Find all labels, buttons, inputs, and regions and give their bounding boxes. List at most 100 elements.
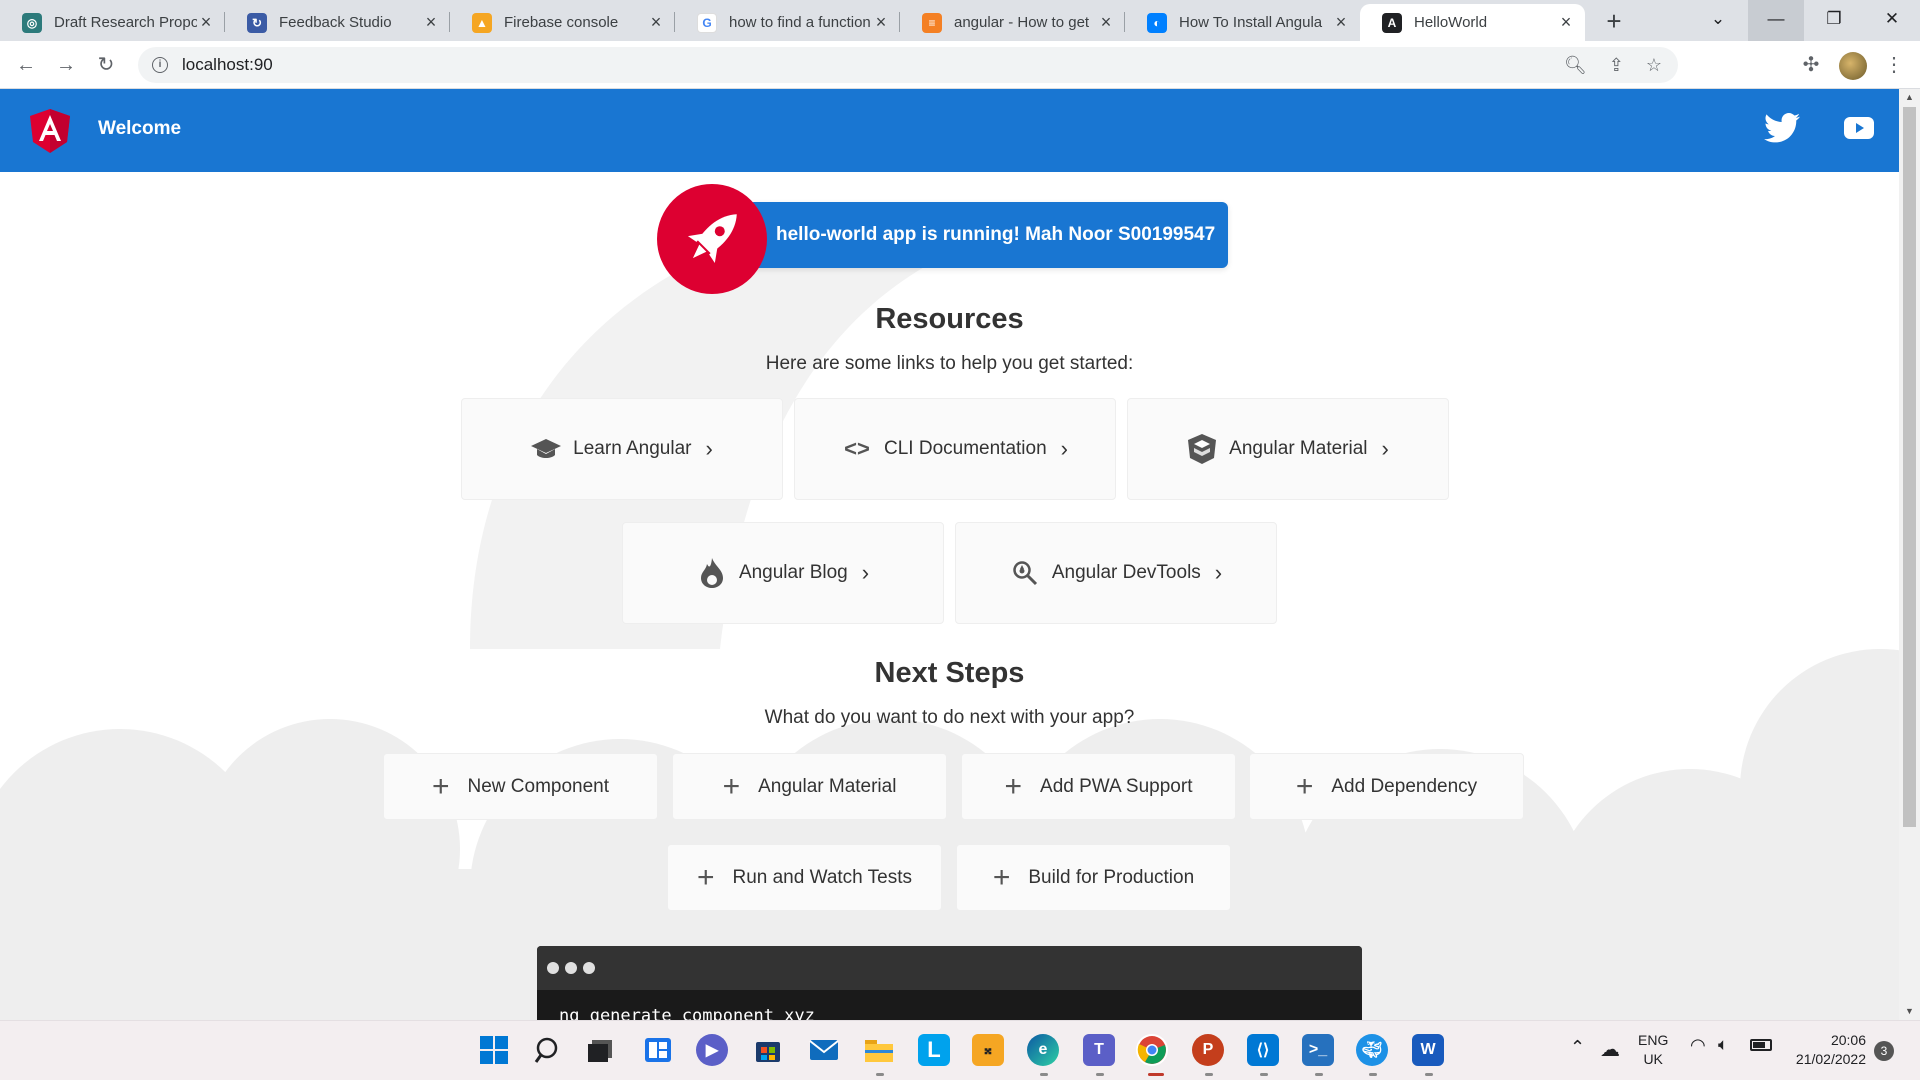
tab-title: HelloWorld [1414, 14, 1488, 31]
step-card-angular-material[interactable]: + Angular Material [672, 753, 947, 820]
step-card-add-dependency[interactable]: + Add Dependency [1249, 753, 1524, 820]
new-tab-button[interactable]: + [1600, 8, 1628, 36]
restore-button[interactable]: ❐ [1806, 0, 1862, 41]
share-icon[interactable]: ⇪ [1609, 55, 1624, 76]
powerpoint-icon[interactable]: P [1192, 1034, 1224, 1066]
clock-time: 20:06 [1830, 1032, 1866, 1048]
close-tab-icon[interactable]: × [872, 12, 890, 33]
plus-icon: + [1004, 769, 1023, 803]
minimize-button[interactable]: — [1748, 0, 1804, 41]
zoom-icon[interactable]: 🔍︎ [1564, 55, 1587, 76]
resource-card-angular-devtools[interactable]: Angular DevTools › [955, 522, 1277, 624]
step-card-build-for-production[interactable]: + Build for Production [956, 844, 1231, 911]
tab-0[interactable]: ◎ Draft Research Propo × [0, 4, 225, 41]
language-code: ENG [1638, 1032, 1669, 1048]
powershell-icon[interactable]: >_ [1302, 1034, 1334, 1066]
tab-2[interactable]: ▲ Firebase console × [450, 4, 675, 41]
profile-avatar[interactable] [1839, 52, 1867, 80]
widgets-icon[interactable] [642, 1034, 674, 1066]
step-card-add-pwa-support[interactable]: + Add PWA Support [961, 753, 1236, 820]
tab-3[interactable]: G how to find a function × [675, 4, 900, 41]
address-bar[interactable]: i localhost:90 🔍︎ ⇪ ☆ [138, 47, 1678, 83]
reload-button[interactable]: ↻ [92, 51, 120, 79]
angular-favicon-icon: A [1382, 12, 1402, 33]
stackoverflow-favicon-icon: ≡ [922, 12, 942, 33]
chevron-right-icon: › [1060, 436, 1068, 461]
running-message: hello-world app is running! Mah Noor S00… [776, 224, 1216, 245]
chrome-browser-icon[interactable] [1136, 1034, 1168, 1066]
page-scrollbar[interactable]: ▲ ▼ [1899, 89, 1920, 1020]
mail-icon[interactable] [808, 1034, 840, 1066]
digitalocean-favicon-icon: ◐ [1147, 12, 1167, 33]
close-tab-icon[interactable]: × [1332, 12, 1350, 33]
chevron-right-icon: › [861, 560, 870, 585]
resource-label: Angular Blog [738, 562, 848, 583]
browser-menu-icon[interactable]: ⋮ [1884, 52, 1904, 77]
onedrive-cloud-icon[interactable]: ☁︎ [1600, 1037, 1620, 1062]
close-tab-icon[interactable]: × [197, 12, 215, 33]
code-brackets-icon: <> [844, 436, 870, 461]
system-clock[interactable]: 20:06 21/02/2022 [1788, 1031, 1866, 1069]
input-language-indicator[interactable]: ENG UK [1638, 1031, 1668, 1069]
flame-icon [697, 558, 727, 588]
teams-icon[interactable]: T [1083, 1034, 1115, 1066]
page-viewport: Welcome hello-world app is running! Mah … [0, 89, 1899, 1020]
scroll-up-arrow-icon[interactable]: ▲ [1899, 89, 1920, 106]
region-code: UK [1643, 1051, 1663, 1067]
resource-label: Angular DevTools [1051, 562, 1201, 583]
step-card-run-and-watch-tests[interactable]: + Run and Watch Tests [667, 844, 942, 911]
step-card-new-component[interactable]: + New Component [383, 753, 658, 820]
speaker-muted-icon[interactable]: 🔈︎ [1718, 1035, 1728, 1055]
chevron-right-icon: › [705, 436, 713, 461]
scroll-down-arrow-icon[interactable]: ▼ [1899, 1003, 1920, 1020]
extensions-puzzle-icon[interactable]: ✣ [1797, 51, 1825, 79]
firebase-favicon-icon: ▲ [472, 12, 492, 33]
forward-button[interactable]: → [52, 51, 80, 79]
tab-5[interactable]: ◐ How To Install Angula × [1125, 4, 1360, 41]
tab-title: how to find a function [729, 14, 871, 31]
close-tab-icon[interactable]: × [647, 12, 665, 33]
tab-1[interactable]: ↻ Feedback Studio × [225, 4, 450, 41]
close-window-button[interactable]: ✕ [1864, 0, 1920, 41]
close-tab-icon[interactable]: × [1097, 12, 1115, 33]
scrollbar-thumb[interactable] [1903, 107, 1916, 827]
task-view-icon[interactable] [584, 1034, 616, 1066]
vscode-icon[interactable]: ⟨⟩ [1247, 1034, 1279, 1066]
search-icon[interactable] [532, 1034, 564, 1066]
resource-card-cli-documentation[interactable]: <> CLI Documentation › [794, 398, 1116, 500]
step-label: Angular Material [758, 775, 897, 797]
show-hidden-icons-chevron-icon[interactable]: ⌃ [1570, 1037, 1585, 1058]
back-button[interactable]: ← [12, 51, 40, 79]
notification-badge[interactable]: 3 [1874, 1041, 1894, 1061]
l-app-icon[interactable]: L [918, 1034, 950, 1066]
resource-card-learn-angular[interactable]: Learn Angular › [461, 398, 783, 500]
devtools-magnifier-icon [1010, 558, 1040, 588]
tab-title: angular - How to get [954, 14, 1090, 31]
tab-6-active[interactable]: A HelloWorld × [1360, 4, 1585, 41]
edge-browser-icon[interactable]: e [1027, 1034, 1059, 1066]
windows-start-icon[interactable] [478, 1034, 510, 1066]
close-tab-icon[interactable]: × [1557, 12, 1575, 33]
step-label: Add Dependency [1331, 775, 1478, 797]
teams-chat-icon[interactable]: ▶ [696, 1034, 728, 1066]
bookmark-star-icon[interactable]: ☆ [1646, 55, 1662, 76]
site-info-icon[interactable]: i [152, 57, 168, 73]
docker-icon[interactable]: 🐳︎ [1356, 1034, 1388, 1066]
close-tab-icon[interactable]: × [422, 12, 440, 33]
twitter-icon[interactable] [1764, 113, 1800, 143]
tab-search-chevron-icon[interactable]: ⌄ [1690, 0, 1746, 41]
header-title: Welcome [98, 118, 182, 139]
tab-title: How To Install Angula [1179, 14, 1323, 31]
tab-title: Firebase console [504, 14, 619, 31]
youtube-icon[interactable] [1844, 117, 1874, 139]
tab-4[interactable]: ≡ angular - How to get × [900, 4, 1125, 41]
resource-card-angular-material[interactable]: Angular Material › [1127, 398, 1449, 500]
word-icon[interactable]: W [1412, 1034, 1444, 1066]
battery-icon[interactable] [1750, 1039, 1772, 1051]
wifi-icon[interactable]: ◠ [1690, 1035, 1706, 1056]
tab-title: Draft Research Propo [54, 14, 197, 31]
resource-card-angular-blog[interactable]: Angular Blog › [622, 522, 944, 624]
microsoft-store-icon[interactable] [752, 1034, 784, 1066]
sublime-style-app-icon[interactable]: 𝄪 [972, 1034, 1004, 1066]
file-explorer-icon[interactable] [863, 1034, 895, 1066]
